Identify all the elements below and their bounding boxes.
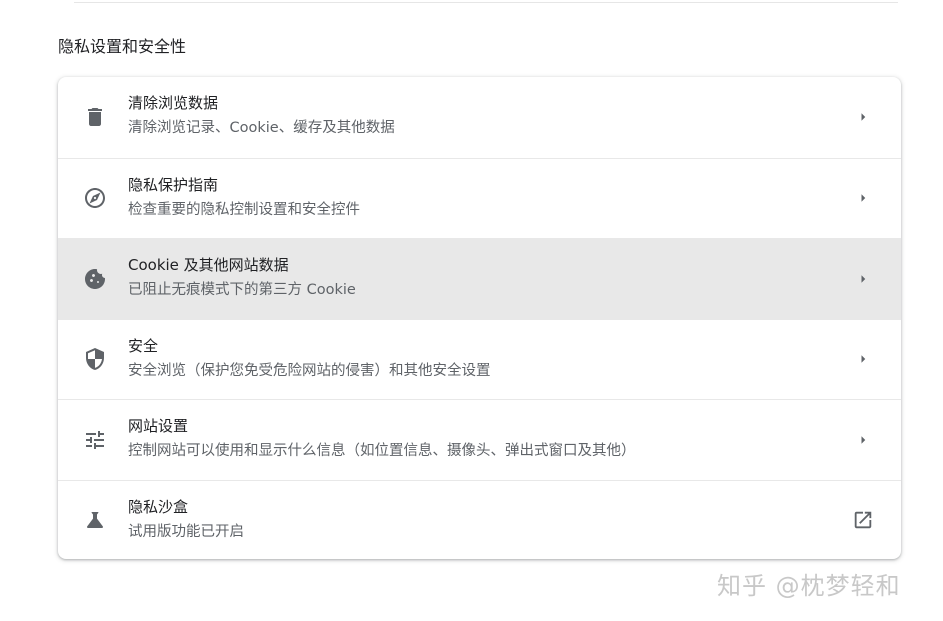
watermark: 知乎 @枕梦轻和 bbox=[717, 572, 901, 600]
row-title: 安全 bbox=[128, 336, 159, 355]
security-row[interactable]: 安全 安全浏览（保护您免受危险网站的侵害）和其他安全设置 bbox=[58, 318, 901, 400]
privacy-sandbox-row[interactable]: 隐私沙盒 试用版功能已开启 bbox=[58, 479, 901, 560]
row-subtitle: 检查重要的隐私控制设置和安全控件 bbox=[128, 201, 360, 218]
arrow-right-icon bbox=[851, 347, 875, 371]
clear-browsing-data-row[interactable]: 清除浏览数据 清除浏览记录、Cookie、缓存及其他数据 bbox=[58, 77, 901, 158]
row-subtitle: 清除浏览记录、Cookie、缓存及其他数据 bbox=[128, 120, 395, 136]
arrow-right-icon bbox=[851, 186, 875, 210]
cookie-icon bbox=[82, 266, 108, 292]
section-title: 隐私设置和安全性 bbox=[58, 37, 187, 56]
privacy-guide-row[interactable]: 隐私保护指南 检查重要的隐私控制设置和安全控件 bbox=[58, 157, 901, 239]
row-title: 清除浏览数据 bbox=[128, 94, 219, 112]
cookies-site-data-row[interactable]: Cookie 及其他网站数据 已阻止无痕模式下的第三方 Cookie bbox=[58, 238, 901, 319]
previous-card-edge bbox=[74, 0, 898, 3]
row-subtitle: 已阻止无痕模式下的第三方 Cookie bbox=[128, 282, 356, 298]
arrow-right-icon bbox=[851, 428, 875, 452]
row-subtitle: 安全浏览（保护您免受危险网站的侵害）和其他安全设置 bbox=[128, 362, 491, 379]
row-subtitle: 试用版功能已开启 bbox=[128, 523, 244, 540]
privacy-security-card: 清除浏览数据 清除浏览记录、Cookie、缓存及其他数据 隐私保护指南 检查重要… bbox=[58, 77, 901, 559]
row-title: 隐私沙盒 bbox=[128, 497, 189, 516]
trash-icon bbox=[82, 104, 108, 130]
site-settings-row[interactable]: 网站设置 控制网站可以使用和显示什么信息（如位置信息、摄像头、弹出式窗口及其他） bbox=[58, 399, 901, 480]
flask-icon bbox=[82, 507, 108, 533]
external-link-icon[interactable] bbox=[851, 508, 875, 532]
arrow-right-icon bbox=[851, 105, 875, 129]
row-title: 网站设置 bbox=[128, 417, 189, 435]
shield-icon bbox=[82, 346, 108, 372]
compass-icon bbox=[82, 185, 108, 211]
arrow-right-icon bbox=[851, 267, 875, 291]
tune-icon bbox=[82, 427, 108, 453]
row-subtitle: 控制网站可以使用和显示什么信息（如位置信息、摄像头、弹出式窗口及其他） bbox=[128, 443, 636, 459]
row-title: 隐私保护指南 bbox=[128, 175, 219, 194]
row-title: Cookie 及其他网站数据 bbox=[128, 256, 289, 274]
